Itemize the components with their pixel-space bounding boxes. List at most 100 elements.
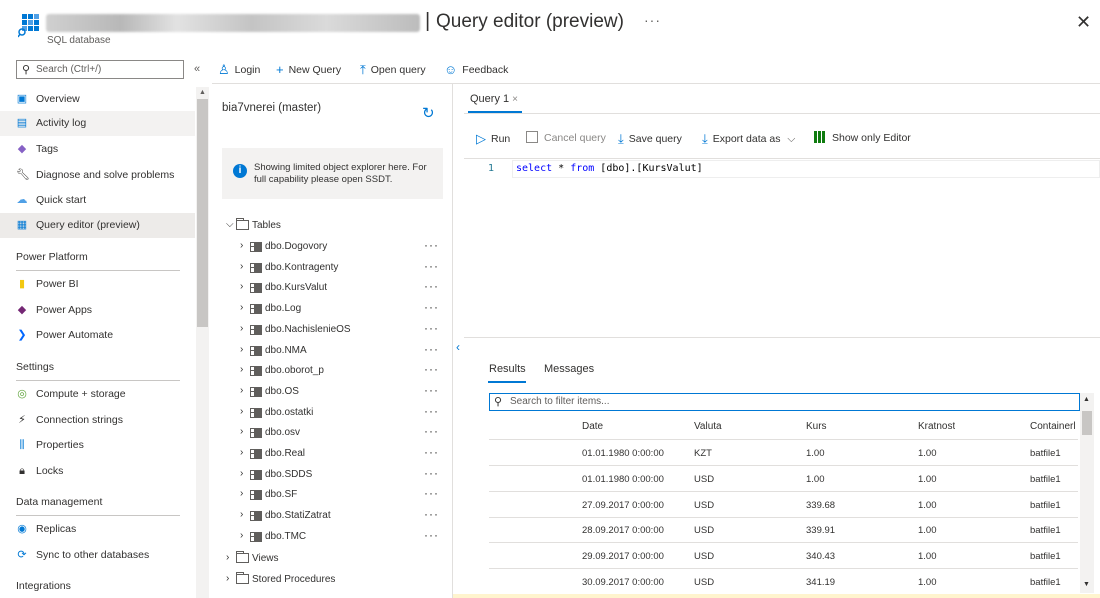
more-options-button[interactable]: ···: [424, 259, 439, 273]
tab-query-1[interactable]: Query 1 ×: [470, 93, 518, 105]
sidebar-item-replicas[interactable]: ◉ Replicas: [0, 517, 195, 542]
chevron-right-icon[interactable]: ›: [226, 573, 229, 584]
sidebar-item-overview[interactable]: ▣ Overview: [0, 87, 195, 112]
close-icon[interactable]: ✕: [1076, 12, 1091, 33]
more-options-button[interactable]: ···: [424, 528, 439, 542]
show-only-editor-button[interactable]: Show only Editor: [814, 131, 911, 144]
chevron-right-icon[interactable]: ›: [240, 261, 243, 272]
chevron-right-icon[interactable]: ›: [240, 426, 243, 437]
results-scrollbar[interactable]: ▲ ▼: [1080, 393, 1094, 593]
close-tab-icon[interactable]: ×: [512, 94, 518, 105]
scroll-down-icon[interactable]: ▼: [1083, 581, 1090, 588]
chevron-down-icon[interactable]: ⌵: [226, 219, 234, 230]
column-header[interactable]: Date: [582, 421, 603, 432]
tree-item-table[interactable]: › dbo.SF ···: [212, 485, 452, 505]
tree-item-table[interactable]: › dbo.Kontragenty ···: [212, 258, 452, 278]
table-row[interactable]: 27.09.2017 0:00:00 USD 339.68 1.00 batfile1: [489, 492, 1078, 518]
tree-folder-stored-procedures[interactable]: › Stored Procedures: [212, 570, 452, 590]
column-header[interactable]: Kratnost: [918, 421, 955, 432]
chevron-right-icon[interactable]: ›: [240, 509, 243, 520]
run-button[interactable]: ▷ Run: [476, 131, 510, 147]
more-options-button[interactable]: ···: [424, 342, 439, 356]
collapse-sidebar-button[interactable]: «: [194, 63, 200, 75]
chevron-right-icon[interactable]: ›: [240, 240, 243, 251]
sidebar-item-activity-log[interactable]: ▤ Activity log: [0, 111, 195, 136]
table-row[interactable]: 01.01.1980 0:00:00 KZT 1.00 1.00 batfile1: [489, 440, 1078, 466]
sidebar-item-query-editor[interactable]: ▦ Query editor (preview): [0, 213, 195, 238]
tree-folder-views[interactable]: › Views: [212, 549, 452, 569]
tree-item-table[interactable]: › dbo.Real ···: [212, 444, 452, 464]
more-options-button[interactable]: ···: [424, 362, 439, 376]
cancel-query-button[interactable]: Cancel query: [526, 131, 606, 144]
tree-item-table[interactable]: › dbo.SDDS ···: [212, 465, 452, 485]
export-data-dropdown[interactable]: ⤓ Export data as ⌵: [702, 131, 795, 147]
tree-item-table[interactable]: › dbo.NMA ···: [212, 341, 452, 361]
chevron-right-icon[interactable]: ›: [240, 468, 243, 479]
tree-item-table[interactable]: › dbo.NachislenieOS ···: [212, 320, 452, 340]
sidebar-item-quick-start[interactable]: ☁ Quick start: [0, 188, 195, 213]
more-options-button[interactable]: ···: [424, 424, 439, 438]
more-options-button[interactable]: ···: [644, 12, 661, 28]
tree-item-table[interactable]: › dbo.Log ···: [212, 299, 452, 319]
sidebar-item-locks[interactable]: 🔒︎ Locks: [0, 459, 195, 484]
code-line[interactable]: select * from [dbo].[KursValut]: [516, 163, 703, 174]
more-options-button[interactable]: ···: [424, 466, 439, 480]
scrollbar-thumb[interactable]: [1082, 411, 1092, 435]
new-query-button[interactable]: + New Query: [276, 62, 341, 77]
more-options-button[interactable]: ···: [424, 321, 439, 335]
chevron-right-icon[interactable]: ›: [240, 406, 243, 417]
sidebar-item-tags[interactable]: ◆ Tags: [0, 137, 195, 162]
save-query-button[interactable]: ⤓ Save query: [618, 131, 682, 147]
sidebar-scrollbar[interactable]: ▲: [196, 87, 209, 598]
sidebar-item-diagnose[interactable]: 🔧︎ Diagnose and solve problems: [0, 163, 195, 188]
tab-results[interactable]: Results: [489, 363, 526, 375]
chevron-right-icon[interactable]: ›: [240, 530, 243, 541]
chevron-right-icon[interactable]: ›: [240, 323, 243, 334]
code-editor[interactable]: 1 select * from [dbo].[KursValut]: [464, 158, 1100, 338]
table-row[interactable]: 30.09.2017 0:00:00 USD 341.19 1.00 batfile1: [489, 569, 1078, 595]
sidebar-search-input[interactable]: ⚲ Search (Ctrl+/): [16, 60, 184, 79]
tree-item-table[interactable]: › dbo.ostatki ···: [212, 403, 452, 423]
tab-messages[interactable]: Messages: [544, 363, 594, 375]
more-options-button[interactable]: ···: [424, 404, 439, 418]
sidebar-item-compute-storage[interactable]: ◎ Compute + storage: [0, 382, 195, 407]
chevron-left-icon[interactable]: ‹: [456, 340, 460, 354]
tree-folder-tables[interactable]: ⌵ Tables: [212, 216, 452, 236]
open-query-button[interactable]: ⤒ Open query: [360, 62, 426, 78]
column-header[interactable]: Kurs: [806, 421, 827, 432]
login-button[interactable]: ♙ Login: [218, 62, 260, 78]
sidebar-item-properties[interactable]: ⫼ Properties: [0, 433, 195, 458]
sidebar-item-power-apps[interactable]: ◆ Power Apps: [0, 298, 195, 323]
column-header[interactable]: Containerl: [1030, 421, 1076, 432]
feedback-button[interactable]: ☺ Feedback: [444, 62, 508, 77]
sidebar-item-sync[interactable]: ⟳ Sync to other databases: [0, 543, 195, 568]
more-options-button[interactable]: ···: [424, 279, 439, 293]
more-options-button[interactable]: ···: [424, 486, 439, 500]
chevron-right-icon[interactable]: ›: [240, 302, 243, 313]
chevron-right-icon[interactable]: ›: [240, 447, 243, 458]
tree-item-table[interactable]: › dbo.StatiZatrat ···: [212, 506, 452, 526]
sidebar-item-connection-strings[interactable]: ⚡︎ Connection strings: [0, 408, 195, 433]
sidebar-item-power-bi[interactable]: ▮ Power BI: [0, 272, 195, 297]
tree-item-table[interactable]: › dbo.OS ···: [212, 382, 452, 402]
more-options-button[interactable]: ···: [424, 383, 439, 397]
more-options-button[interactable]: ···: [424, 300, 439, 314]
refresh-icon[interactable]: ↻: [422, 104, 435, 122]
table-row[interactable]: 29.09.2017 0:00:00 USD 340.43 1.00 batfile1: [489, 543, 1078, 570]
more-options-button[interactable]: ···: [424, 445, 439, 459]
tree-item-table[interactable]: › dbo.TMC ···: [212, 527, 452, 547]
chevron-right-icon[interactable]: ›: [240, 344, 243, 355]
results-filter-input[interactable]: ⚲ Search to filter items...: [489, 393, 1080, 411]
sidebar-item-power-automate[interactable]: ❯ Power Automate: [0, 323, 195, 348]
chevron-right-icon[interactable]: ›: [240, 488, 243, 499]
scrollbar-thumb[interactable]: [197, 99, 208, 327]
more-options-button[interactable]: ···: [424, 507, 439, 521]
scroll-up-icon[interactable]: ▲: [199, 89, 206, 96]
more-options-button[interactable]: ···: [424, 238, 439, 252]
chevron-right-icon[interactable]: ›: [240, 385, 243, 396]
tree-item-table[interactable]: › dbo.osv ···: [212, 423, 452, 443]
pane-divider[interactable]: [452, 84, 453, 598]
chevron-right-icon[interactable]: ›: [240, 364, 243, 375]
tree-item-table[interactable]: › dbo.oborot_p ···: [212, 361, 452, 381]
chevron-right-icon[interactable]: ›: [226, 552, 229, 563]
